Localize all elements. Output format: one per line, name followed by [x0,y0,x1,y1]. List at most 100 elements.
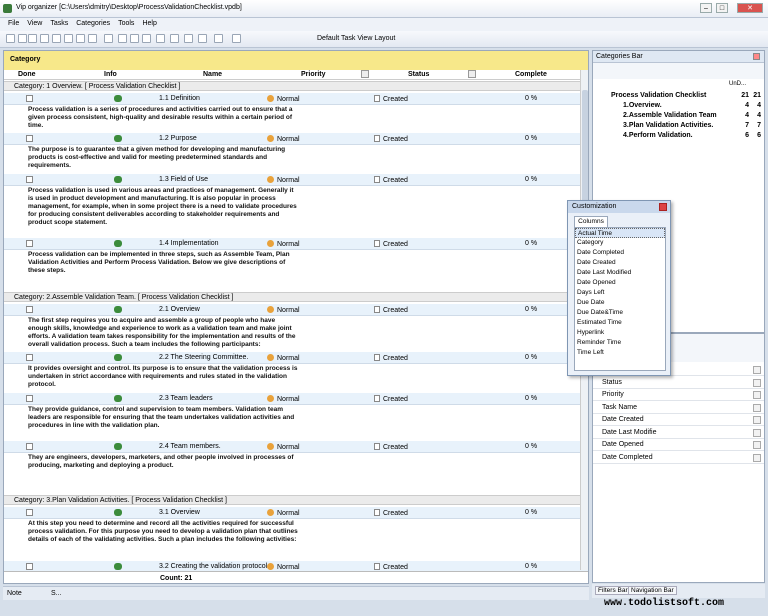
status-cell[interactable]: Created [374,443,408,451]
status-cell[interactable]: Created [374,563,408,571]
info-icon[interactable] [114,509,122,516]
toolbar-button-icon[interactable] [40,34,49,43]
chevron-down-icon[interactable] [753,453,761,462]
close-button[interactable]: ✕ [737,3,763,13]
toolbar-button-icon[interactable] [214,34,223,43]
col-status[interactable]: Status [408,71,429,78]
chevron-down-icon[interactable] [753,366,761,374]
filter-row[interactable]: Date Completed [593,452,764,464]
toolbar-button-icon[interactable] [130,34,139,43]
status-cell[interactable]: Created [374,135,408,143]
filter-row[interactable]: Status [593,377,764,389]
done-checkbox[interactable] [26,95,33,102]
done-checkbox[interactable] [26,563,33,570]
priority-cell[interactable]: Normal [267,509,300,517]
task-row[interactable]: 3.1 Overview Normal Created 0 % [4,507,588,519]
toolbar-button-icon[interactable] [18,34,27,43]
done-checkbox[interactable] [26,354,33,361]
category-tree-item[interactable]: 3.Plan Validation Activities. 7 7 [611,122,761,129]
toolbar-button-icon[interactable] [198,34,207,43]
column-option[interactable]: Category [575,238,665,248]
info-icon[interactable] [114,354,122,361]
info-icon[interactable] [114,95,122,102]
column-option[interactable]: Date Opened [575,278,665,288]
col-name[interactable]: Name [203,71,222,78]
close-icon[interactable] [659,203,667,211]
chevron-down-icon[interactable] [753,378,761,387]
toolbar-button-icon[interactable] [142,34,151,43]
col-priority[interactable]: Priority [301,71,326,78]
minimize-button[interactable]: – [700,3,712,13]
info-icon[interactable] [114,306,122,313]
column-option[interactable]: Date Created [575,258,665,268]
priority-cell[interactable]: Normal [267,306,300,314]
maximize-button[interactable]: □ [716,3,728,13]
menu-item-tools[interactable]: Tools [118,20,134,27]
column-option[interactable]: Due Date [575,298,665,308]
toolbar-button-icon[interactable] [104,34,113,43]
columns-list[interactable]: Actual Time Category Date Completed Date Cr… [574,227,666,371]
info-icon[interactable] [114,135,122,142]
column-option[interactable]: Days Left [575,288,665,298]
toolbar-button-icon[interactable] [88,34,97,43]
filter-row[interactable]: Date Last Modifie [593,427,764,439]
task-row[interactable]: 2.2 The Steering Committee. Normal Created… [4,352,588,364]
priority-cell[interactable]: Normal [267,176,300,184]
info-icon[interactable] [114,176,122,183]
tab-columns[interactable]: Columns [574,216,608,227]
toolbar-button-icon[interactable] [118,34,127,43]
toolbar-button-icon[interactable] [76,34,85,43]
filter-row[interactable]: Priority [593,389,764,401]
task-row[interactable]: 1.1 Definition Normal Created 0 % [4,93,588,105]
filter-row[interactable]: Date Opened [593,439,764,451]
status-cell[interactable]: Created [374,354,408,362]
tab-filters-bar[interactable]: Filters Bar [595,586,631,595]
category-tree-item[interactable]: 2.Assemble Validation Team 4 4 [611,112,761,119]
column-option[interactable]: Actual Time [575,228,665,238]
menu-item-help[interactable]: Help [142,20,156,27]
done-checkbox[interactable] [26,240,33,247]
layout-select[interactable]: Default Task View Layout [317,35,395,42]
column-option[interactable]: Reminder Time [575,338,665,348]
done-checkbox[interactable] [26,135,33,142]
column-option[interactable]: Date Completed [575,248,665,258]
col-complete[interactable]: Complete [515,71,547,78]
done-checkbox[interactable] [26,306,33,313]
priority-cell[interactable]: Normal [267,443,300,451]
info-icon[interactable] [114,443,122,450]
group-header[interactable]: Category [4,51,588,70]
status-cell[interactable]: Created [374,395,408,403]
filter-row[interactable]: Task Name [593,402,764,414]
done-checkbox[interactable] [26,176,33,183]
status-filter-icon[interactable] [468,70,476,78]
category-tree-item[interactable]: 4.Perform Validation. 6 6 [611,132,761,139]
priority-filter-icon[interactable] [361,70,369,78]
chevron-down-icon[interactable] [753,428,761,437]
priority-cell[interactable]: Normal [267,240,300,248]
chevron-down-icon[interactable] [753,391,761,399]
toolbar-button-icon[interactable] [52,34,61,43]
toolbar-button-icon[interactable] [184,34,193,43]
status-cell[interactable]: Created [374,306,408,314]
toolbar-button-icon[interactable] [232,34,241,43]
status-cell[interactable]: Created [374,509,408,517]
done-checkbox[interactable] [26,509,33,516]
close-icon[interactable] [753,53,760,60]
category-row[interactable]: Category: 1 Overview. [ Process Validati… [4,81,588,91]
priority-cell[interactable]: Normal [267,354,300,362]
tab-navigation-bar[interactable]: Navigation Bar [628,586,677,595]
col-done[interactable]: Done [18,71,36,78]
task-row[interactable]: 1.2 Purpose Normal Created 0 % [4,133,588,145]
priority-cell[interactable]: Normal [267,135,300,143]
chevron-down-icon[interactable] [753,416,761,424]
priority-cell[interactable]: Normal [267,95,300,103]
column-option[interactable]: Due Date&Time [575,308,665,318]
col-info[interactable]: Info [104,71,117,78]
column-option[interactable]: Hyperlink [575,328,665,338]
task-row[interactable]: 2.1 Overview Normal Created 0 % [4,304,588,316]
info-icon[interactable] [114,240,122,247]
filter-row[interactable]: Date Created [593,414,764,426]
menu-item-tasks[interactable]: Tasks [50,20,68,27]
menu-item-view[interactable]: View [27,20,42,27]
chevron-down-icon[interactable] [753,403,761,412]
